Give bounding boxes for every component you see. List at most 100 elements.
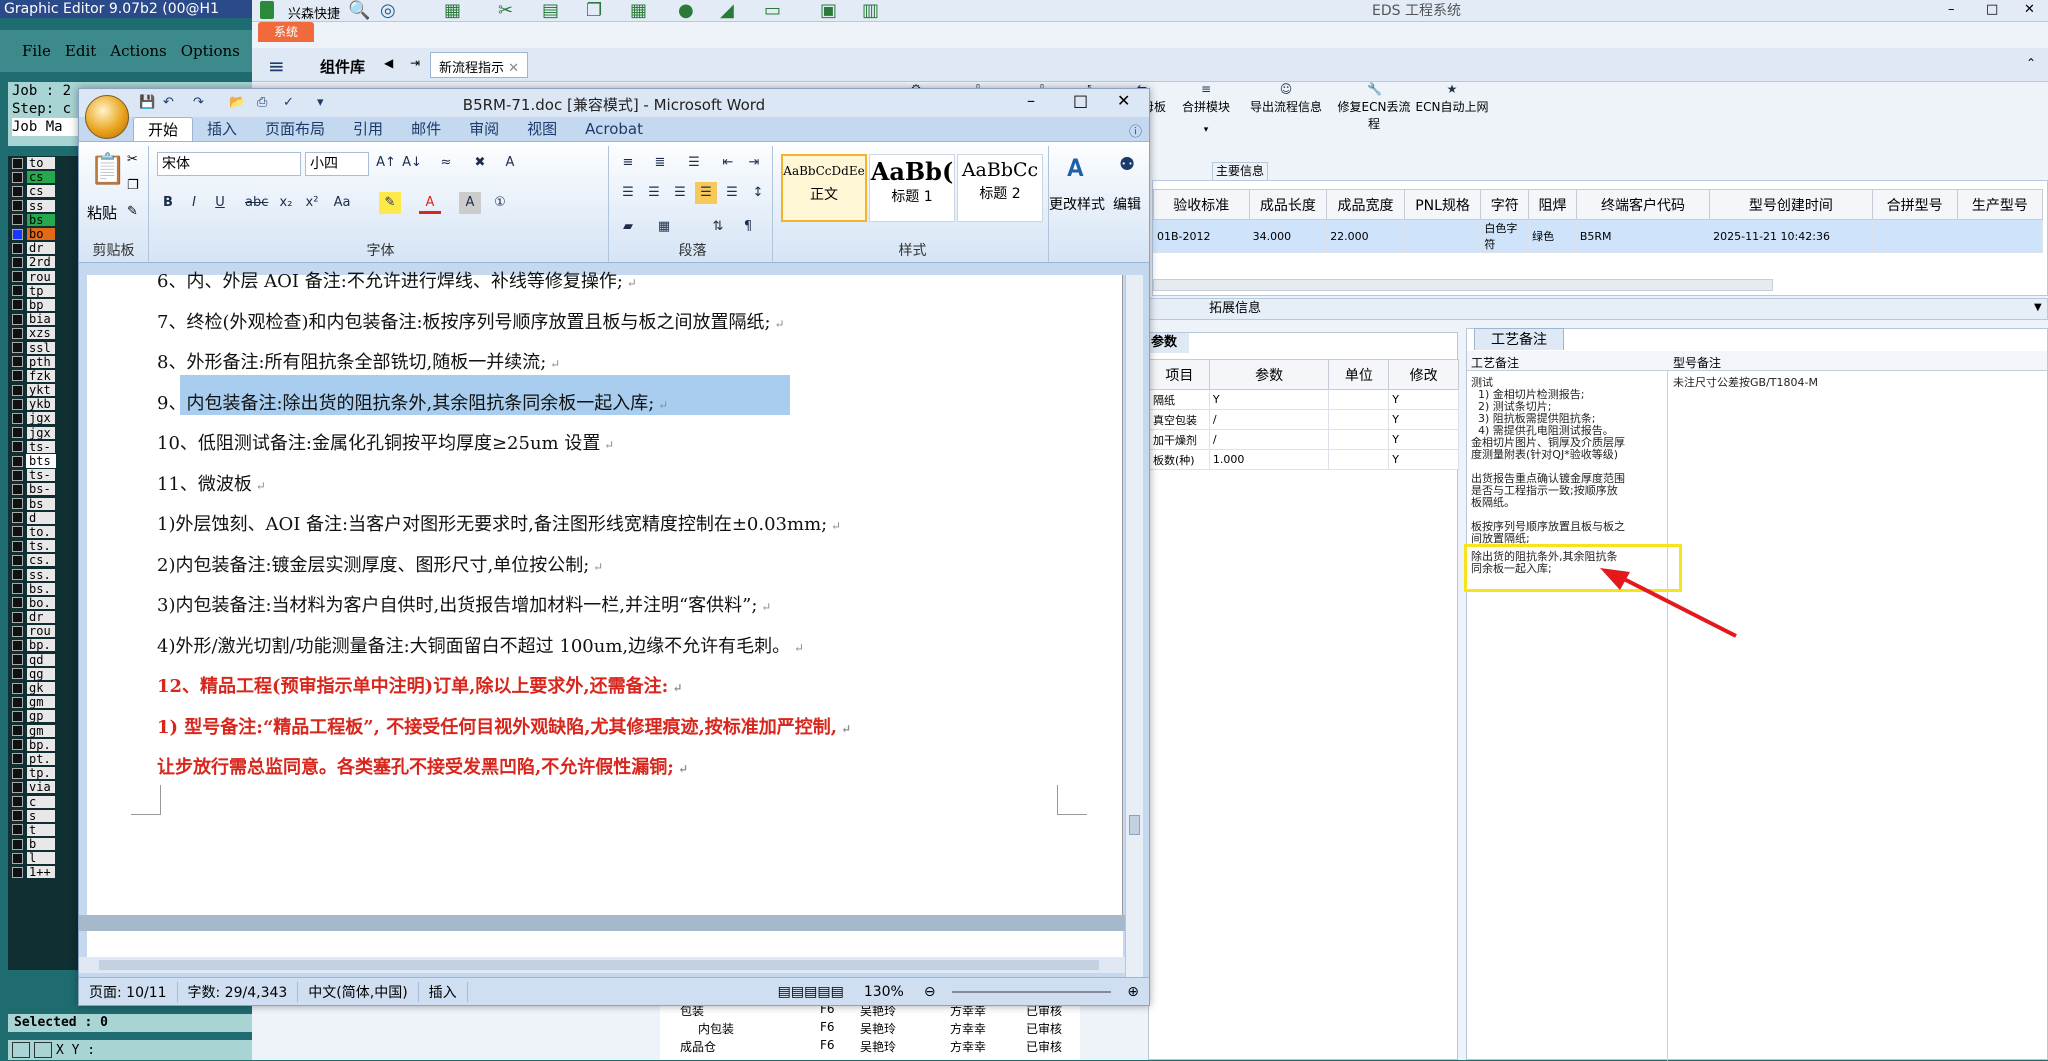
layer-checkbox[interactable] — [12, 569, 23, 581]
layer-label[interactable]: ts. — [27, 540, 55, 553]
layer-row[interactable]: cs. — [8, 553, 78, 567]
table-cell[interactable]: Y — [1388, 449, 1459, 470]
layer-row[interactable]: bo. — [8, 596, 78, 610]
layer-row[interactable]: to — [8, 156, 78, 170]
layer-row[interactable]: pt. — [8, 752, 78, 766]
layer-label[interactable]: rou — [27, 270, 55, 283]
layer-checkbox[interactable] — [12, 214, 23, 226]
layer-checkbox[interactable] — [12, 668, 23, 680]
view-buttons[interactable]: ▤▤▤▤▤ — [768, 984, 854, 1000]
underline-icon[interactable]: U — [209, 192, 231, 214]
grid-icon[interactable]: ▦ — [630, 0, 647, 21]
layer-label[interactable]: cs — [27, 185, 55, 198]
layer-label[interactable]: ss — [27, 199, 55, 212]
layer-row[interactable]: d — [8, 511, 78, 525]
layer-label[interactable]: tp. — [27, 767, 55, 780]
book-icon[interactable]: ▥ — [862, 0, 879, 21]
main-hscroll[interactable] — [1153, 279, 1773, 291]
edit-group[interactable]: ⚉ 编辑 — [1109, 146, 1149, 262]
table-cell[interactable]: Y — [1388, 409, 1459, 430]
table-cell[interactable] — [1328, 449, 1390, 470]
table-cell[interactable]: Y — [1388, 389, 1459, 410]
column-header[interactable]: PNL规格 — [1403, 189, 1482, 220]
layer-row[interactable]: ssl — [8, 340, 78, 354]
layer-row[interactable]: bo — [8, 227, 78, 241]
layer-row[interactable]: jgx — [8, 426, 78, 440]
layer-checkbox[interactable] — [12, 483, 23, 495]
layer-label[interactable]: bia — [27, 313, 55, 326]
align-right-icon[interactable]: ☰ — [669, 182, 691, 204]
spellcheck-icon[interactable]: ✓ — [283, 95, 294, 110]
zoom-tool-icon[interactable] — [34, 1042, 52, 1058]
layer-checkbox[interactable] — [12, 271, 23, 283]
layer-row[interactable]: t — [8, 823, 78, 837]
table-icon[interactable]: ▦ — [444, 0, 461, 21]
char-shading-icon[interactable]: A — [459, 192, 481, 214]
layer-row[interactable]: bs- — [8, 482, 78, 496]
layer-label[interactable]: bp — [27, 298, 55, 311]
layer-label[interactable]: bs — [27, 497, 55, 510]
layer-checkbox[interactable] — [12, 654, 23, 666]
table-cell[interactable]: B5RM — [1575, 219, 1711, 253]
zoom-slider[interactable] — [951, 990, 1112, 993]
layer-row[interactable]: tp — [8, 284, 78, 298]
vertical-scrollbar[interactable] — [1125, 275, 1143, 999]
layer-label[interactable]: xzs — [27, 327, 55, 340]
layer-checkbox[interactable] — [12, 313, 23, 325]
system-tab[interactable]: 系统 — [258, 22, 314, 42]
redo-icon[interactable]: ↷ — [193, 95, 204, 110]
layer-row[interactable]: ykt — [8, 383, 78, 397]
layer-label[interactable]: pt. — [27, 752, 55, 765]
font-name-select[interactable]: 宋体 — [157, 152, 301, 176]
layer-checkbox[interactable] — [12, 356, 23, 368]
layer-row[interactable]: ss — [8, 199, 78, 213]
layer-label[interactable]: c — [27, 795, 55, 808]
layer-label[interactable]: gm — [27, 696, 55, 709]
layer-row[interactable]: bia — [8, 312, 78, 326]
film-icon[interactable]: ▤ — [542, 0, 559, 21]
layer-row[interactable]: ts- — [8, 440, 78, 454]
layer-checkbox[interactable] — [12, 299, 23, 311]
layer-row[interactable]: c — [8, 794, 78, 808]
back-icon[interactable]: ◀ — [384, 56, 393, 70]
layer-label[interactable]: bs. — [27, 582, 55, 595]
table-cell[interactable] — [1871, 219, 1958, 253]
layer-checkbox[interactable] — [12, 696, 23, 708]
ribbon-button[interactable]: ≡ 合拼模块 ▾ — [1166, 82, 1246, 135]
layer-label[interactable]: 2rd — [27, 256, 55, 269]
layer-row[interactable]: pth — [8, 355, 78, 369]
layer-checkbox[interactable] — [12, 838, 23, 850]
word-tab[interactable]: 引用 — [339, 117, 397, 141]
layer-checkbox[interactable] — [12, 526, 23, 538]
numbering-icon[interactable]: ≣ — [649, 152, 671, 174]
layer-label[interactable]: to — [27, 157, 55, 170]
table-cell[interactable] — [1956, 219, 2044, 253]
word-tab[interactable]: 视图 — [513, 117, 571, 141]
layer-label[interactable]: bo — [27, 228, 55, 241]
layer-label[interactable]: bo. — [27, 596, 55, 609]
align-center-icon[interactable]: ☰ — [643, 182, 665, 204]
layer-checkbox[interactable] — [12, 384, 23, 396]
restore-icon[interactable]: □ — [1986, 2, 1998, 17]
monitor-icon[interactable]: ▭ — [764, 0, 781, 21]
hscroll-thumb[interactable] — [99, 960, 1099, 970]
style-normal[interactable]: AaBbCcDdEe 正文 — [781, 154, 867, 222]
layer-row[interactable]: bp — [8, 298, 78, 312]
layer-label[interactable]: bs — [27, 213, 55, 226]
layer-label[interactable]: rou — [27, 625, 55, 638]
column-header[interactable]: 字符 — [1480, 189, 1530, 220]
layer-row[interactable]: bs — [8, 213, 78, 227]
layer-checkbox[interactable] — [12, 597, 23, 609]
layer-label[interactable]: cs — [27, 171, 55, 184]
layer-label[interactable]: d — [27, 511, 55, 524]
document-page[interactable]: 6、内、外层 AOI 备注:不允许进行焊线、补线等修复操作; ↵ 7、终检(外观检… — [87, 271, 1123, 915]
layer-row[interactable]: qg — [8, 667, 78, 681]
change-case-icon[interactable]: Aa — [331, 192, 353, 214]
cut-icon[interactable]: ✂ — [127, 152, 138, 167]
layer-label[interactable]: ts- — [27, 440, 55, 453]
layer-label[interactable]: via — [27, 781, 55, 794]
layer-label[interactable]: qd — [27, 653, 55, 666]
language[interactable]: 中文(简体,中国) — [298, 981, 419, 1002]
word-minimize-icon[interactable]: – — [1027, 91, 1035, 110]
word-close-icon[interactable]: ✕ — [1117, 91, 1130, 110]
